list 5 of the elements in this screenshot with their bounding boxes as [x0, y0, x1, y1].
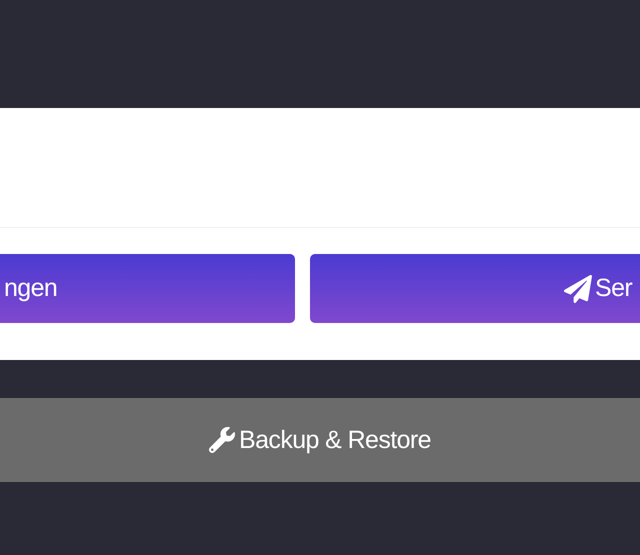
backup-restore-button[interactable]: Backup & Restore	[0, 398, 640, 482]
send-icon	[564, 274, 592, 302]
send-button[interactable]: Ser	[310, 254, 640, 323]
wrench-icon	[209, 427, 236, 453]
action-button[interactable]: ngen	[0, 254, 295, 323]
